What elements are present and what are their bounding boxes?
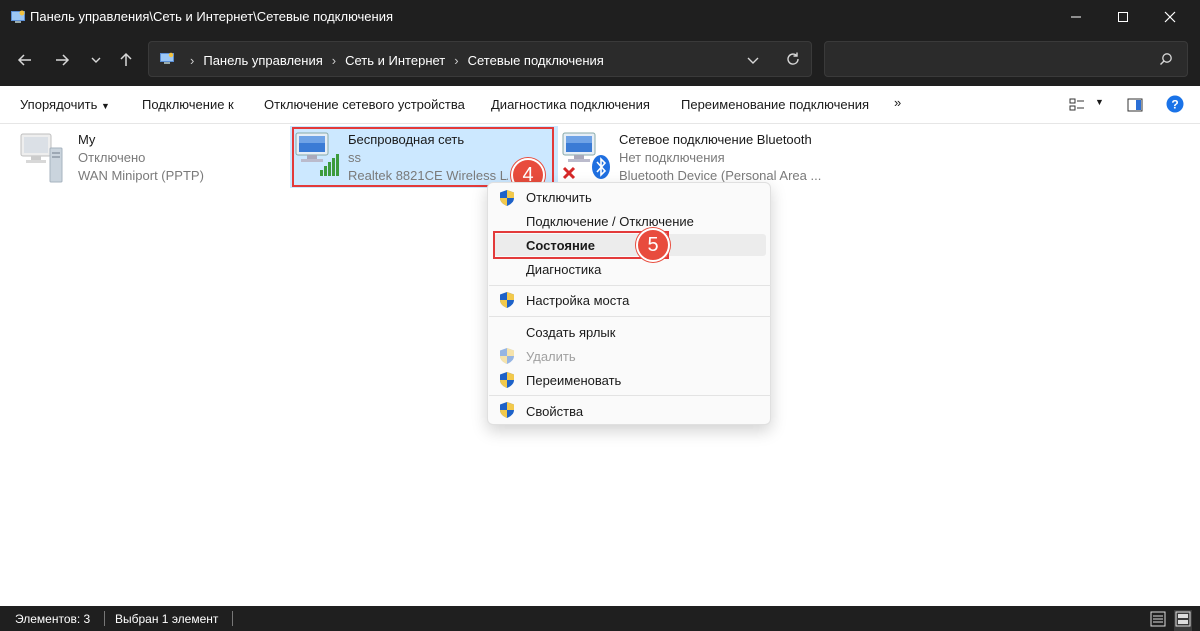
- control-panel-icon: [10, 9, 26, 28]
- organize-button[interactable]: Упорядочить ▼: [20, 97, 110, 112]
- chevron-right-icon[interactable]: ›: [332, 53, 336, 68]
- connection-bluetooth[interactable]: [560, 130, 612, 182]
- help-button[interactable]: ?: [1166, 95, 1184, 116]
- back-button[interactable]: [13, 48, 37, 72]
- connection-device: WAN Miniport (PPTP): [78, 168, 204, 183]
- connection-name: Беспроводная сеть: [348, 132, 465, 147]
- menu-divider: [489, 285, 771, 286]
- tiles-view-icon: [1175, 611, 1191, 627]
- breadcrumb: › Панель управления › Сеть и Интернет › …: [159, 52, 604, 69]
- step-badge-5: 5: [636, 228, 670, 262]
- chevron-down-icon: ▼: [100, 101, 110, 111]
- recent-locations-button[interactable]: [84, 48, 108, 72]
- address-history-dropdown[interactable]: [747, 54, 759, 69]
- connection-my[interactable]: [18, 130, 66, 186]
- command-bar: Упорядочить ▼ Подключение к Отключение с…: [0, 86, 1200, 124]
- breadcrumb-item-network-internet[interactable]: Сеть и Интернет: [345, 53, 445, 68]
- wireless-network-icon: [294, 130, 344, 182]
- large-icons-view-button[interactable]: [1174, 610, 1192, 631]
- connection-status: Отключено: [78, 150, 146, 165]
- connection-device: Bluetooth Device (Personal Area ...: [619, 168, 822, 183]
- arrow-right-icon: [56, 54, 70, 66]
- control-panel-icon: [159, 52, 175, 69]
- item-count: Элементов: 3: [15, 612, 91, 626]
- status-divider: [232, 611, 233, 626]
- details-view-button[interactable]: [1150, 611, 1166, 630]
- view-options-button[interactable]: [1069, 97, 1085, 116]
- chevron-down-icon: [747, 57, 759, 64]
- uac-shield-icon: [499, 371, 515, 392]
- refresh-icon: [787, 52, 799, 65]
- forward-button[interactable]: [50, 48, 74, 72]
- refresh-button[interactable]: [785, 51, 801, 70]
- title-bar: Панель управления\Сеть и Интернет\Сетевы…: [0, 0, 1200, 34]
- search-input[interactable]: [824, 41, 1188, 77]
- connection-device: Realtek 8821CE Wireless LAN: [348, 168, 508, 183]
- menu-item-disable[interactable]: Отключить: [526, 190, 592, 205]
- chevron-down-icon: [91, 57, 101, 63]
- diagnose-button[interactable]: Диагностика подключения: [491, 97, 650, 112]
- connection-name: My: [78, 132, 96, 147]
- preview-pane-icon: [1127, 98, 1143, 112]
- search-icon: [1159, 52, 1173, 69]
- status-bar: Элементов: 3 Выбран 1 элемент: [0, 606, 1200, 631]
- more-commands-button[interactable]: »: [894, 95, 901, 110]
- view-layout-icon: [1069, 98, 1084, 111]
- menu-item-rename[interactable]: Переименовать: [526, 373, 621, 388]
- up-button[interactable]: [114, 48, 138, 72]
- arrow-left-icon: [17, 54, 31, 66]
- menu-item-create-shortcut[interactable]: Создать ярлык: [526, 325, 615, 340]
- breadcrumb-item-control-panel[interactable]: Панель управления: [203, 53, 322, 68]
- arrow-up-icon: [120, 52, 132, 66]
- menu-divider: [489, 316, 771, 317]
- menu-divider: [489, 395, 771, 396]
- disable-device-button[interactable]: Отключение сетевого устройства: [264, 97, 465, 112]
- chevron-right-icon[interactable]: ›: [454, 53, 458, 68]
- uac-shield-icon: [499, 401, 515, 422]
- address-bar[interactable]: › Панель управления › Сеть и Интернет › …: [148, 41, 812, 77]
- menu-item-properties[interactable]: Свойства: [526, 404, 583, 419]
- address-row: › Панель управления › Сеть и Интернет › …: [0, 34, 1200, 86]
- connection-status: ss: [348, 150, 361, 165]
- uac-shield-icon: [499, 189, 515, 210]
- menu-item-connect-disconnect[interactable]: Подключение / Отключение: [526, 214, 694, 229]
- breadcrumb-item-network-connections[interactable]: Сетевые подключения: [468, 53, 604, 68]
- window-title: Панель управления\Сеть и Интернет\Сетевы…: [30, 9, 394, 24]
- menu-item-bridge[interactable]: Настройка моста: [526, 293, 629, 308]
- computer-network-icon: [20, 133, 63, 183]
- menu-item-diagnose[interactable]: Диагностика: [526, 262, 601, 277]
- chevron-right-icon[interactable]: ›: [190, 53, 194, 68]
- rename-button[interactable]: Переименование подключения: [681, 97, 869, 112]
- connect-to-button[interactable]: Подключение к: [142, 97, 234, 112]
- svg-text:?: ?: [1171, 98, 1178, 112]
- help-icon: ?: [1166, 95, 1184, 113]
- menu-item-delete: Удалить: [526, 349, 576, 364]
- status-divider: [104, 611, 105, 626]
- connection-status: Нет подключения: [619, 150, 725, 165]
- context-menu: Отключить Подключение / Отключение Состо…: [487, 182, 771, 425]
- close-button[interactable]: [1142, 0, 1198, 34]
- organize-label: Упорядочить: [20, 97, 98, 112]
- bluetooth-network-icon: [562, 132, 610, 180]
- connection-name: Сетевое подключение Bluetooth: [619, 132, 812, 147]
- details-view-icon: [1150, 611, 1166, 627]
- maximize-icon: [1118, 12, 1128, 22]
- uac-shield-icon: [499, 291, 515, 312]
- selected-count: Выбран 1 элемент: [115, 612, 219, 626]
- minimize-icon: [1071, 16, 1081, 18]
- uac-shield-icon: [499, 347, 515, 368]
- close-icon: [1164, 11, 1176, 23]
- preview-pane-button[interactable]: [1127, 97, 1143, 116]
- chevron-down-icon[interactable]: ▼: [1095, 97, 1104, 107]
